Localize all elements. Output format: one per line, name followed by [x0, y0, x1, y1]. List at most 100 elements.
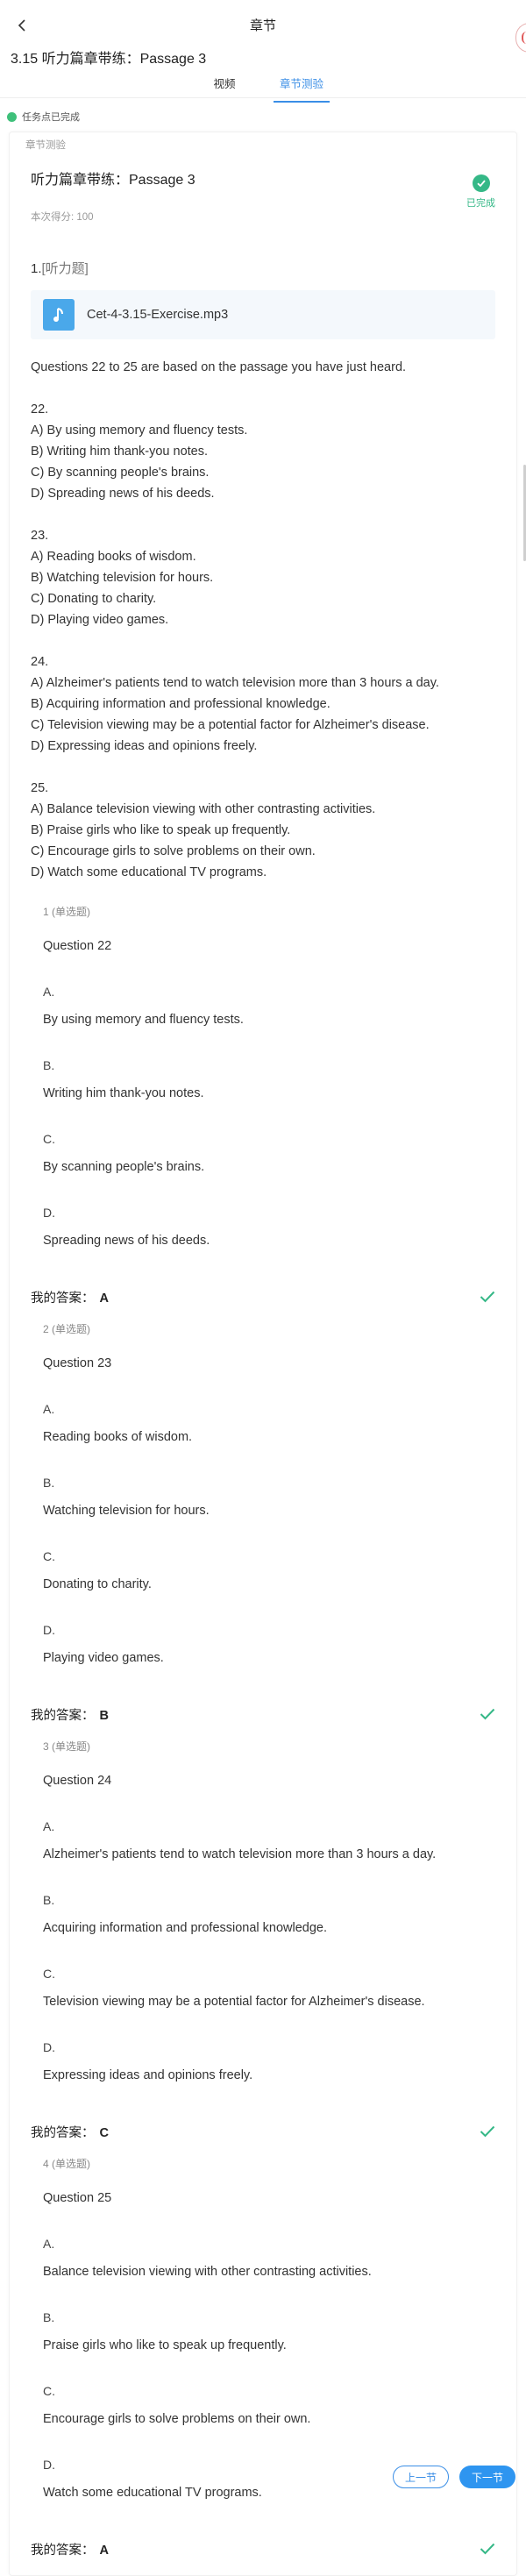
answer-option[interactable]: C. By scanning people's brains. [31, 1132, 516, 1178]
passage-line: 24. [31, 655, 49, 669]
passage-line: 25. [31, 781, 49, 795]
checkmark-icon [480, 1708, 495, 1720]
answer-option[interactable]: A. Balance television viewing with other … [31, 2237, 516, 2282]
option-text: Acquiring information and professional k… [43, 1921, 328, 1935]
option-letter: A. [43, 985, 55, 999]
option-text: Watch some educational TV programs. [43, 2486, 262, 2500]
section-label: 章节测验 [25, 140, 66, 151]
passage-line: B) Writing him thank-you notes. [31, 445, 209, 459]
option-letter: D. [43, 1623, 55, 1637]
my-answer-value: A [99, 2543, 109, 2558]
my-answer-row: 我的答案： A [10, 2540, 516, 2558]
completed-badge: 已完成 [466, 174, 495, 210]
chapter-nav-buttons: 上一节 下一节 [0, 2466, 526, 2488]
my-answer: 我的答案： A [31, 2540, 109, 2558]
option-letter: D. [43, 1206, 55, 1220]
option-text: Television viewing may be a potential fa… [43, 1995, 425, 2009]
chapter-title: 3.15 听力篇章带练：Passage 3 [11, 52, 207, 67]
answer-option[interactable]: D. Expressing ideas and opinions freely. [31, 2040, 516, 2086]
option-letter: B. [43, 1058, 55, 1072]
quiz-title: 听力篇章带练：Passage 3 [31, 173, 195, 188]
option-text: By scanning people's brains. [43, 1160, 205, 1174]
option-text: Donating to charity. [43, 1577, 152, 1591]
answer-option[interactable]: B. Watching television for hours. [31, 1476, 516, 1521]
my-answer-label: 我的答案： [31, 2543, 95, 2558]
passage-line: D) Expressing ideas and opinions freely. [31, 739, 258, 753]
task-status-text: 任务点已完成 [22, 112, 80, 123]
option-letter: D. [43, 2040, 55, 2054]
option-text: Writing him thank-you notes. [43, 1086, 204, 1100]
audio-attachment[interactable]: Cet-4-3.15-Exercise.mp3 [31, 290, 495, 339]
my-answer-label: 我的答案： [31, 1708, 95, 1723]
tab-chapter-quiz[interactable]: 章节测验 [263, 75, 340, 103]
option-letter: A. [43, 1402, 55, 1416]
answer-option[interactable]: A. Reading books of wisdom. [31, 1402, 516, 1448]
passage-line: B) Acquiring information and professiona… [31, 697, 331, 711]
question-tag: [听力题] [41, 261, 89, 276]
my-answer: 我的答案： A [31, 1288, 109, 1306]
passage-line: C) Encourage girls to solve problems on … [31, 844, 316, 858]
sub-question: 4 (单选题) Question 25 A. Balance television v… [10, 2156, 516, 2558]
option-text: Expressing ideas and opinions freely. [43, 2068, 253, 2082]
answer-option[interactable]: B. Writing him thank-you notes. [31, 1058, 516, 1104]
passage-line: A) Alzheimer's patients tend to watch te… [31, 676, 439, 690]
passage-line: 22. [31, 402, 49, 416]
my-answer: 我的答案： C [31, 2123, 109, 2141]
question-title: Question 23 [43, 1356, 112, 1370]
option-letter: C. [43, 2384, 55, 2398]
prev-chapter-button[interactable]: 上一节 [393, 2466, 449, 2488]
my-answer-row: 我的答案： B [10, 1705, 516, 1723]
option-letter: A. [43, 2237, 55, 2251]
quiz-score: 本次得分: 100 [31, 212, 94, 223]
passage-line: A) Reading books of wisdom. [31, 550, 196, 564]
question-header: 1.[听力题] [10, 259, 516, 276]
answer-option[interactable]: B. Praise girls who like to speak up freq… [31, 2310, 516, 2356]
question-passage: Questions 22 to 25 are based on the pass… [10, 357, 516, 883]
answer-option[interactable]: C. Television viewing may be a potential … [31, 1967, 516, 2012]
answer-option[interactable]: B. Acquiring information and professional… [31, 1893, 516, 1939]
completed-dot-icon [7, 111, 17, 122]
passage-line: C) Donating to charity. [31, 592, 157, 606]
option-letter: B. [43, 1893, 55, 1907]
my-answer-value: C [99, 2125, 109, 2140]
passage-line: A) By using memory and fluency tests. [31, 423, 248, 438]
option-letter: B. [43, 1476, 55, 1490]
floating-edge-tab[interactable] [515, 23, 526, 53]
passage-line: 23. [31, 529, 49, 543]
music-note-icon [43, 299, 75, 331]
next-chapter-button[interactable]: 下一节 [459, 2466, 515, 2488]
quiz-card: 章节测验 听力篇章带练：Passage 3 本次得分: 100 已完成 1.[听… [9, 132, 517, 2576]
tab-video[interactable]: 视频 [186, 75, 263, 97]
my-answer-value: A [99, 1291, 109, 1306]
question-type-label: 4 (单选题) [43, 2158, 91, 2170]
option-text: Playing video games. [43, 1651, 164, 1665]
answer-option[interactable]: C. Encourage girls to solve problems on t… [31, 2384, 516, 2430]
my-answer: 我的答案： B [31, 1705, 109, 1724]
answer-option[interactable]: C. Donating to charity. [31, 1549, 516, 1595]
answer-option[interactable]: A. By using memory and fluency tests. [31, 985, 516, 1030]
tab-bar: 视频 章节测验 [0, 75, 526, 103]
passage-line: B) Watching television for hours. [31, 571, 214, 585]
option-letter: B. [43, 2310, 55, 2324]
option-text: Watching television for hours. [43, 1504, 210, 1518]
my-answer-label: 我的答案： [31, 2125, 95, 2140]
passage-line: Questions 22 to 25 are based on the pass… [31, 360, 407, 374]
sub-question: 1 (单选题) Question 22 A. By using memory and … [10, 904, 516, 1306]
option-text: Balance television viewing with other co… [43, 2265, 372, 2279]
option-text: Reading books of wisdom. [43, 1430, 193, 1444]
option-text: Praise girls who like to speak up freque… [43, 2338, 287, 2352]
back-button[interactable] [9, 12, 35, 39]
question-number: 1. [31, 261, 42, 276]
answer-option[interactable]: D. Playing video games. [31, 1623, 516, 1669]
quiz-header: 听力篇章带练：Passage 3 本次得分: 100 已完成 [10, 167, 516, 239]
option-text: By using memory and fluency tests. [43, 1013, 244, 1027]
option-text: Alzheimer's patients tend to watch telev… [43, 1847, 437, 1861]
question-title: Question 25 [43, 2191, 112, 2205]
answer-option[interactable]: A. Alzheimer's patients tend to watch tel… [31, 1819, 516, 1865]
sub-question: 2 (单选题) Question 23 A. Reading books of wis… [10, 1321, 516, 1723]
question-title: Question 24 [43, 1774, 112, 1788]
passage-line: B) Praise girls who like to speak up fre… [31, 823, 291, 837]
completed-status-text: 已完成 [466, 198, 495, 209]
check-circle-icon [472, 174, 490, 192]
answer-option[interactable]: D. Spreading news of his deeds. [31, 1206, 516, 1251]
